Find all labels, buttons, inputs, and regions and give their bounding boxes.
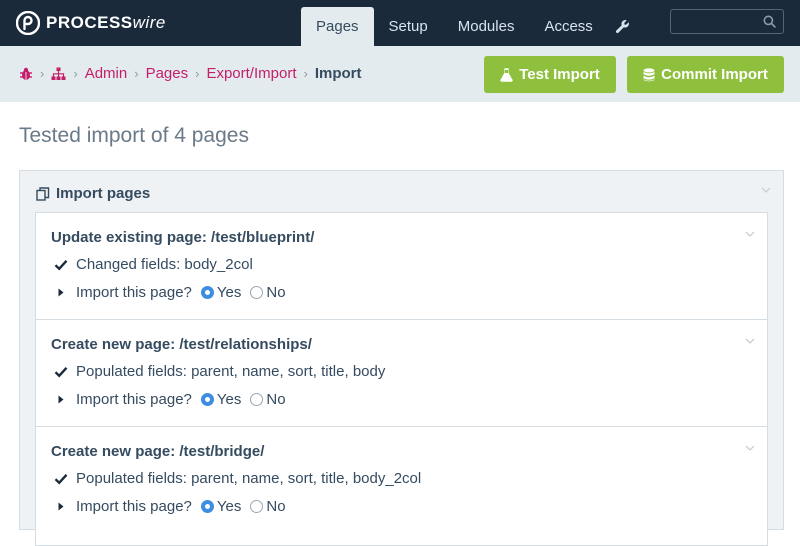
database-icon: [643, 67, 655, 81]
check-icon: [54, 473, 68, 485]
chevron-down-icon[interactable]: [745, 445, 755, 451]
check-icon: [54, 366, 68, 378]
breadcrumb-pages[interactable]: Pages: [146, 65, 189, 82]
page-title: Tested import of 4 pages: [19, 124, 249, 147]
entry-title[interactable]: Create new page: /test/bridge/: [51, 443, 264, 460]
caret-right-icon[interactable]: [54, 395, 68, 404]
breadcrumb-current: Import: [314, 65, 362, 82]
main-nav: Pages Setup Modules Access: [301, 7, 638, 46]
radio-yes-label: Yes: [216, 391, 242, 408]
radio-yes[interactable]: Yes: [200, 391, 242, 408]
search-input[interactable]: [671, 10, 769, 35]
breadcrumb-separator: ›: [134, 66, 139, 81]
entry-fields: Changed fields: body_2col: [76, 256, 253, 273]
copy-icon: [36, 186, 50, 201]
breadcrumb-separator: ›: [73, 66, 78, 81]
entry-import-line: Import this page? Yes No: [54, 391, 286, 408]
entry-import-line: Import this page? Yes No: [54, 284, 286, 301]
radio-yes-selected[interactable]: [200, 286, 214, 299]
sitemap-icon[interactable]: [51, 67, 66, 81]
flask-icon: [500, 67, 513, 82]
chevron-down-icon[interactable]: [745, 338, 755, 344]
radio-no[interactable]: No: [250, 284, 286, 301]
search-icon[interactable]: [763, 15, 776, 28]
radio-no-unselected[interactable]: [250, 500, 264, 513]
entry-question: Import this page?: [76, 498, 192, 515]
entry-fields: Populated fields: parent, name, sort, ti…: [76, 470, 422, 487]
entry-title[interactable]: Update existing page: /test/blueprint/: [51, 229, 314, 246]
import-pages-title: Import pages: [56, 185, 151, 202]
wrench-icon: [616, 20, 630, 34]
nav-tools[interactable]: [608, 7, 638, 46]
nav-access[interactable]: Access: [529, 7, 607, 46]
import-pages-panel: Import pages Update existing page: /test…: [19, 170, 784, 546]
breadcrumb-export-import[interactable]: Export/Import: [206, 65, 296, 82]
entry-import-line: Import this page? Yes No: [54, 498, 286, 515]
top-bar: PROCESSwire Pages Setup Modules Access: [0, 0, 800, 46]
breadcrumb-separator: ›: [40, 66, 45, 81]
radio-no-label: No: [266, 498, 286, 515]
entry-fields: Populated fields: parent, name, sort, ti…: [76, 363, 386, 380]
radio-no-label: No: [266, 284, 286, 301]
search-box[interactable]: [670, 9, 784, 35]
nav-setup[interactable]: Setup: [374, 7, 443, 46]
import-entry: Create new page: /test/bridge/ Populated…: [35, 426, 768, 546]
breadcrumb: › › Admin › Pages › Export/Import › Impo…: [19, 65, 362, 82]
caret-right-icon[interactable]: [54, 502, 68, 511]
radio-yes[interactable]: Yes: [200, 284, 242, 301]
radio-yes-label: Yes: [216, 498, 242, 515]
radio-no-label: No: [266, 391, 286, 408]
check-icon: [54, 259, 68, 271]
breadcrumb-separator: ›: [195, 66, 200, 81]
entry-fields-line: Changed fields: body_2col: [54, 256, 253, 273]
chevron-down-icon[interactable]: [745, 231, 755, 237]
bug-icon[interactable]: [19, 67, 33, 81]
entry-fields-line: Populated fields: parent, name, sort, ti…: [54, 363, 385, 380]
processwire-logo-icon: [16, 11, 40, 35]
entry-question: Import this page?: [76, 284, 192, 301]
test-import-label: Test Import: [519, 66, 600, 83]
logo-wordmark: PROCESSwire: [46, 13, 166, 32]
radio-yes-selected[interactable]: [200, 500, 214, 513]
test-import-button[interactable]: Test Import: [484, 56, 616, 93]
caret-right-icon[interactable]: [54, 288, 68, 297]
radio-no-unselected[interactable]: [250, 286, 264, 299]
page-header: › › Admin › Pages › Export/Import › Impo…: [0, 46, 800, 102]
breadcrumb-separator: ›: [303, 66, 308, 81]
entry-question: Import this page?: [76, 391, 192, 408]
chevron-down-icon[interactable]: [761, 187, 771, 193]
radio-yes-selected[interactable]: [200, 393, 214, 406]
commit-import-button[interactable]: Commit Import: [627, 56, 784, 93]
radio-no-unselected[interactable]: [250, 393, 264, 406]
entry-fields-line: Populated fields: parent, name, sort, ti…: [54, 470, 421, 487]
import-entry: Create new page: /test/relationships/ Po…: [35, 319, 768, 427]
entry-title[interactable]: Create new page: /test/relationships/: [51, 336, 312, 353]
import-entry: Update existing page: /test/blueprint/ C…: [35, 212, 768, 320]
radio-yes[interactable]: Yes: [200, 498, 242, 515]
radio-no[interactable]: No: [250, 391, 286, 408]
import-pages-header[interactable]: Import pages: [36, 185, 150, 202]
commit-import-label: Commit Import: [661, 66, 768, 83]
nav-pages[interactable]: Pages: [301, 7, 374, 46]
nav-modules[interactable]: Modules: [443, 7, 530, 46]
radio-yes-label: Yes: [216, 284, 242, 301]
radio-no[interactable]: No: [250, 498, 286, 515]
breadcrumb-admin[interactable]: Admin: [85, 65, 128, 82]
processwire-logo[interactable]: PROCESSwire: [16, 10, 166, 36]
